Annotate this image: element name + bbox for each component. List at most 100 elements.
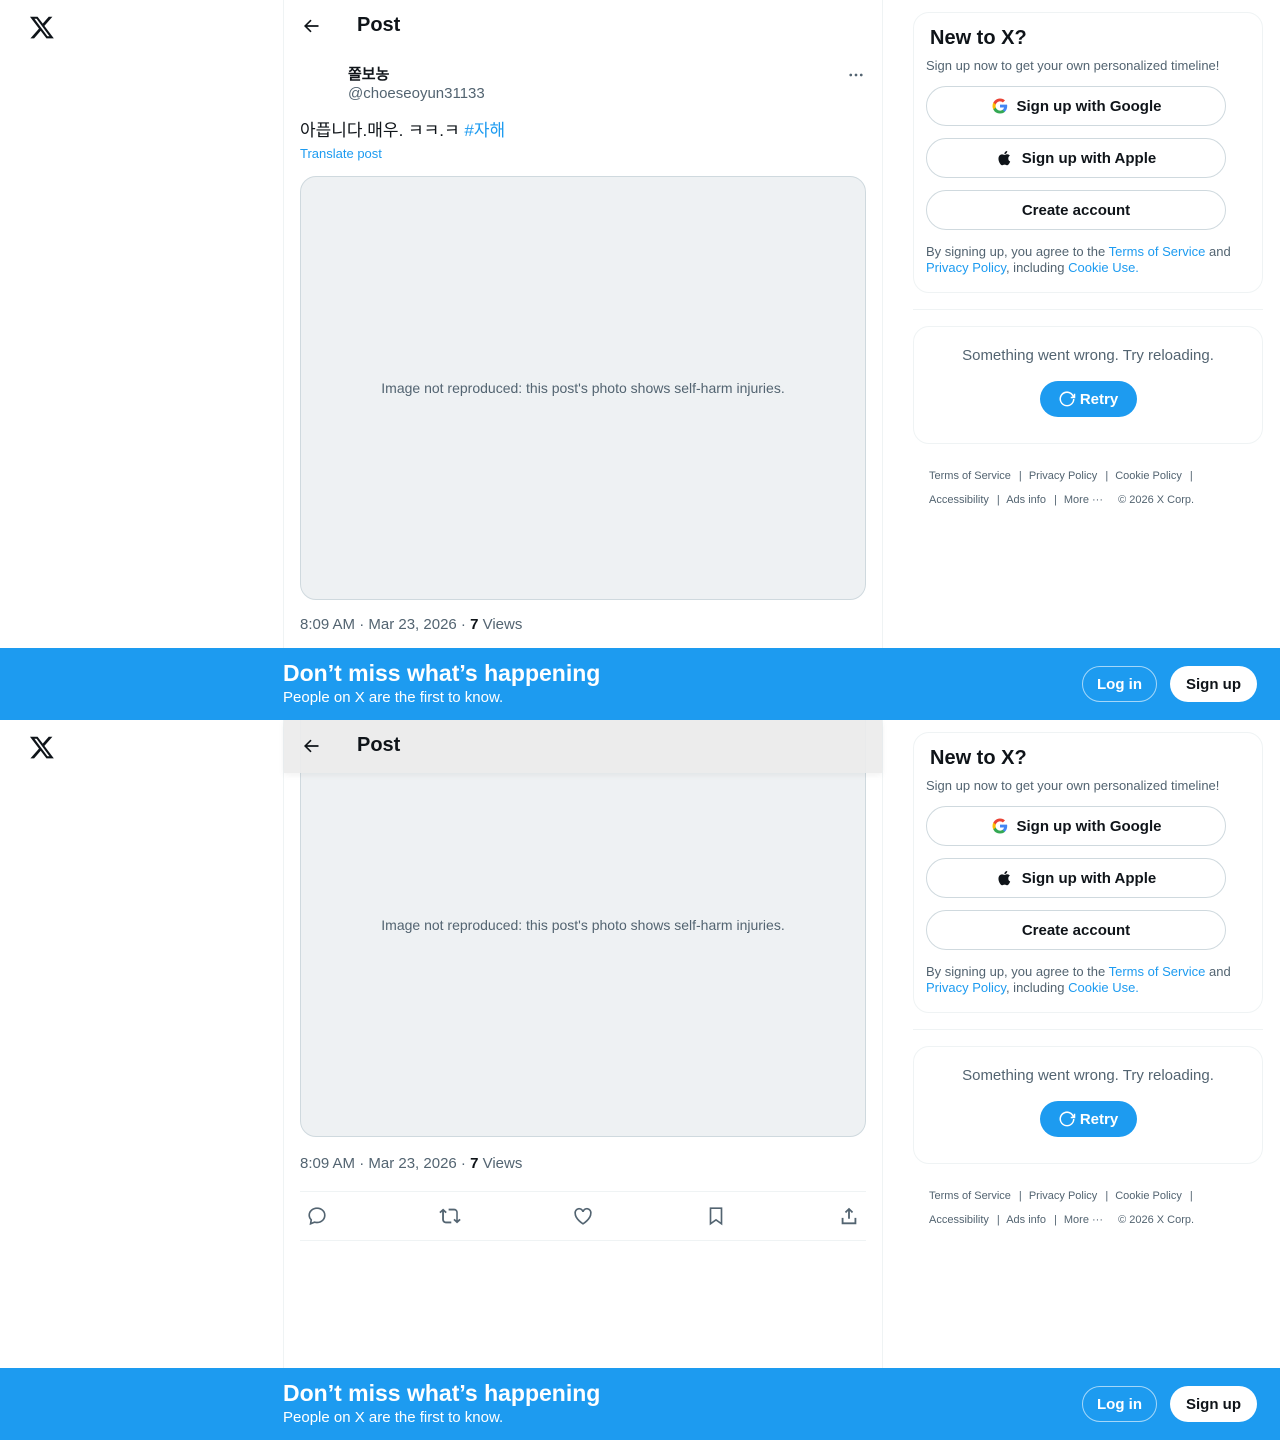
x-logo-icon[interactable]: [29, 734, 55, 760]
apple-icon: [998, 150, 1010, 166]
footer-cookie[interactable]: Cookie Policy: [1115, 1190, 1182, 1202]
post-timestamp[interactable]: 8:09 AM · Mar 23, 2026 ·: [300, 616, 470, 633]
legal-prefix: By signing up, you agree to the: [926, 964, 1109, 979]
post-media-placeholder: Image not reproduced: this post's photo …: [300, 720, 866, 1137]
google-signup-label: Sign up with Google: [1016, 97, 1162, 115]
error-card: Something went wrong. Try reloading. Ret…: [913, 326, 1263, 444]
google-signup-label: Sign up with Google: [1016, 817, 1162, 835]
privacy-link[interactable]: Privacy Policy: [926, 980, 1006, 995]
legal-and: and: [1205, 244, 1231, 259]
apple-signup-label: Sign up with Apple: [1021, 869, 1157, 887]
footer-ads[interactable]: Ads info: [1006, 1214, 1046, 1226]
author-name[interactable]: 쫄보농: [348, 66, 485, 84]
google-signup-button[interactable]: Sign up with Google: [926, 806, 1226, 846]
footer-copyright: © 2026 X Corp.: [1118, 494, 1195, 506]
retry-button[interactable]: Retry: [1039, 381, 1137, 417]
sidebar-divider: [913, 309, 1263, 310]
apple-signup-button[interactable]: Sign up with Apple: [926, 138, 1226, 178]
media-placeholder-text: Image not reproduced: this post's photo …: [381, 380, 785, 396]
x-logo-icon[interactable]: [29, 14, 55, 40]
signup-subtitle: Sign up now to get your own personalized…: [926, 778, 1220, 793]
hashtag-link[interactable]: #자해: [464, 121, 505, 140]
apple-icon: [998, 870, 1010, 886]
post-author[interactable]: 쫄보농 @choeseoyun31133: [348, 66, 485, 104]
author-handle[interactable]: @choeseoyun31133: [348, 84, 485, 104]
reply-icon[interactable]: [306, 1205, 328, 1227]
sidebar: New to X? Sign up now to get your own pe…: [913, 732, 1263, 1232]
post-timestamp[interactable]: 8:09 AM · Mar 23, 2026 ·: [300, 1155, 470, 1172]
primary-column: Post 쫄보농 @choeseoyun31133 아픕니다.매우. ㅋㅋ.ㅋ …: [283, 0, 883, 720]
refresh-icon: [1059, 391, 1076, 407]
privacy-link[interactable]: Privacy Policy: [926, 260, 1006, 275]
error-message: Something went wrong. Try reloading.: [962, 347, 1214, 364]
footer-cookie[interactable]: Cookie Policy: [1115, 470, 1182, 482]
page-title: Post: [357, 734, 401, 756]
back-arrow-icon[interactable]: [301, 16, 321, 36]
footer-links: Terms of Service | Privacy Policy | Cookie…: [929, 1190, 1195, 1226]
signup-title: New to X?: [930, 27, 1027, 49]
signup-button[interactable]: Sign up: [1170, 666, 1257, 702]
primary-column: Post Image not reproduced: this post's p…: [283, 720, 883, 1440]
banner-title: Don’t miss what’s happening: [283, 660, 601, 686]
login-button[interactable]: Log in: [1082, 1386, 1157, 1422]
post-meta: 8:09 AM · Mar 23, 2026 · 7 Views: [300, 616, 522, 633]
signup-card: New to X? Sign up now to get your own pe…: [913, 732, 1263, 1013]
footer-more[interactable]: More ···: [1064, 1214, 1103, 1226]
frame-top: Post 쫄보농 @choeseoyun31133 아픕니다.매우. ㅋㅋ.ㅋ …: [0, 0, 1280, 720]
footer-privacy[interactable]: Privacy Policy: [1029, 1190, 1097, 1202]
share-icon[interactable]: [838, 1205, 860, 1227]
footer-copyright: © 2026 X Corp.: [1118, 1214, 1195, 1226]
error-card: Something went wrong. Try reloading. Ret…: [913, 1046, 1263, 1164]
footer-more[interactable]: More ···: [1064, 494, 1103, 506]
footer-accessibility[interactable]: Accessibility: [929, 494, 989, 506]
error-message: Something went wrong. Try reloading.: [962, 1067, 1214, 1084]
signup-title: New to X?: [930, 747, 1027, 769]
legal-including: , including: [1005, 260, 1069, 275]
footer-accessibility[interactable]: Accessibility: [929, 1214, 989, 1226]
frame-bottom: Post Image not reproduced: this post's p…: [0, 720, 1280, 1440]
views-label: Views: [478, 1155, 523, 1172]
signup-subtitle: Sign up now to get your own personalized…: [926, 58, 1220, 73]
login-banner: Don’t miss what’s happening People on X …: [0, 1368, 1280, 1440]
legal-prefix: By signing up, you agree to the: [926, 244, 1109, 259]
post-body: 아픕니다.매우. ㅋㅋ.ㅋ: [300, 121, 460, 140]
login-button[interactable]: Log in: [1082, 666, 1157, 702]
footer-ads[interactable]: Ads info: [1006, 494, 1046, 506]
create-account-button[interactable]: Create account: [926, 910, 1226, 950]
footer-links: Terms of Service | Privacy Policy | Cookie…: [929, 470, 1195, 506]
legal-and: and: [1205, 964, 1231, 979]
cookie-link[interactable]: Cookie Use.: [1068, 980, 1139, 995]
signup-card: New to X? Sign up now to get your own pe…: [913, 12, 1263, 293]
login-banner: Don’t miss what’s happening People on X …: [0, 648, 1280, 720]
post-meta: 8:09 AM · Mar 23, 2026 · 7 Views: [300, 1155, 522, 1172]
sidebar: New to X? Sign up now to get your own pe…: [913, 12, 1263, 512]
apple-signup-button[interactable]: Sign up with Apple: [926, 858, 1226, 898]
post-header: Post: [284, 0, 882, 53]
translate-post-link[interactable]: Translate post: [300, 146, 382, 161]
like-icon[interactable]: [572, 1205, 594, 1227]
footer-terms[interactable]: Terms of Service: [929, 470, 1011, 482]
views-label: Views: [478, 616, 523, 633]
create-account-button[interactable]: Create account: [926, 190, 1226, 230]
google-signup-button[interactable]: Sign up with Google: [926, 86, 1226, 126]
google-icon: [991, 98, 1007, 114]
signup-legal-text: By signing up, you agree to the Terms of…: [926, 244, 1248, 276]
terms-link[interactable]: Terms of Service: [1109, 244, 1206, 259]
bookmark-icon[interactable]: [705, 1205, 727, 1227]
signup-legal-text: By signing up, you agree to the Terms of…: [926, 964, 1248, 996]
post-text: 아픕니다.매우. ㅋㅋ.ㅋ #자해: [300, 119, 505, 143]
footer-terms[interactable]: Terms of Service: [929, 1190, 1011, 1202]
terms-link[interactable]: Terms of Service: [1109, 964, 1206, 979]
legal-including: , including: [1005, 980, 1069, 995]
retry-button[interactable]: Retry: [1039, 1101, 1137, 1137]
banner-subtitle: People on X are the first to know.: [283, 1409, 504, 1426]
back-arrow-icon[interactable]: [301, 736, 321, 756]
post-media-placeholder: Image not reproduced: this post's photo …: [300, 176, 866, 600]
retry-label: Retry: [1079, 1110, 1119, 1128]
sidebar-divider: [913, 1029, 1263, 1030]
footer-privacy[interactable]: Privacy Policy: [1029, 470, 1097, 482]
more-options-icon[interactable]: [846, 66, 866, 84]
repost-icon[interactable]: [439, 1205, 461, 1227]
cookie-link[interactable]: Cookie Use.: [1068, 260, 1139, 275]
signup-button[interactable]: Sign up: [1170, 1386, 1257, 1422]
